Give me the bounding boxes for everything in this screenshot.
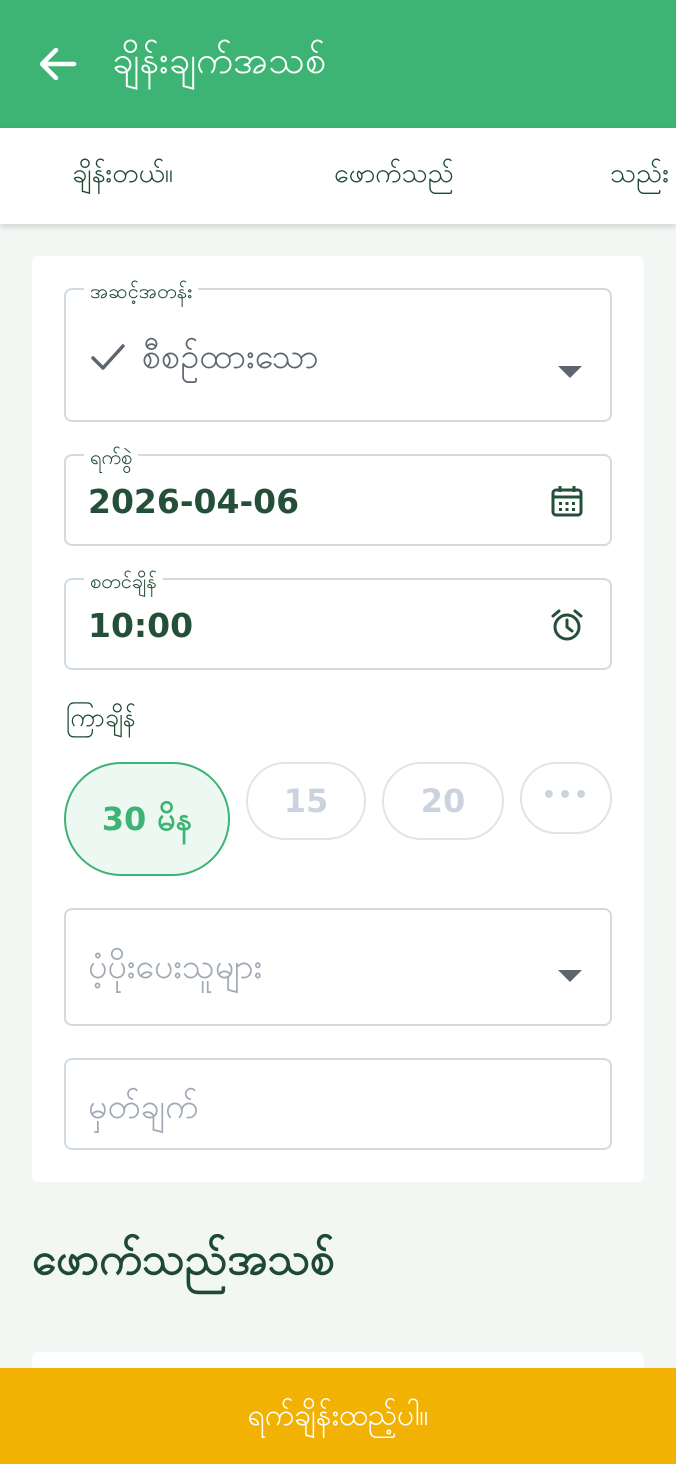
duration-chip-30[interactable]: 30 မိန — [64, 762, 230, 876]
duration-chip-15[interactable]: 15 — [246, 762, 366, 840]
status-value: စီစဉ်ထားသော — [142, 337, 319, 377]
duration-label: ကြာချိန် — [66, 703, 136, 732]
tab-appointment[interactable]: ချိန်းတယ်။ — [72, 156, 173, 196]
note-placeholder: မှတ်ချက် — [88, 1087, 199, 1127]
chevron-down-icon — [558, 366, 582, 378]
app-bar: ချိန်းချက်အသစ် — [0, 0, 676, 128]
chevron-down-icon — [558, 970, 582, 982]
tab-bar: ချိန်းတယ်။ ဖောက်သည် သည်း — [0, 128, 676, 224]
note-input[interactable]: မှတ်ချက် — [64, 1058, 612, 1150]
start-time-field[interactable]: စတင်ချိန် 10:00 — [64, 568, 612, 670]
tab-customer[interactable]: ဖောက်သည် — [334, 156, 454, 196]
page-title: ချိန်းချက်အသစ် — [112, 38, 327, 82]
status-select[interactable]: အဆင့်အတန်း စီစဉ်ထားသော — [64, 278, 612, 422]
providers-placeholder: ပံ့ပိုးပေးသူများ — [88, 947, 263, 987]
appointment-form-card: အဆင့်အတန်း စီစဉ်ထားသော ရက်စွဲ 2026-04-06… — [32, 256, 644, 1182]
date-label: ရက်စွဲ — [84, 444, 139, 474]
start-time-value: 10:00 — [88, 606, 194, 645]
check-icon — [91, 344, 125, 370]
add-appointment-button[interactable]: ရက်ချိန်းထည့်ပါ။ — [0, 1368, 676, 1464]
date-value: 2026-04-06 — [88, 482, 300, 521]
arrow-left-icon[interactable] — [34, 44, 78, 84]
date-field[interactable]: ရက်စွဲ 2026-04-06 — [64, 444, 612, 546]
calendar-icon[interactable] — [550, 484, 584, 518]
more-options-icon[interactable]: ••• — [520, 762, 612, 834]
tab-third[interactable]: သည်း — [610, 156, 669, 196]
start-time-label: စတင်ချိန် — [84, 568, 163, 598]
duration-chip-20[interactable]: 20 — [382, 762, 504, 840]
alarm-clock-icon[interactable] — [550, 608, 584, 642]
status-label: အဆင့်အတန်း — [84, 278, 199, 308]
providers-select[interactable]: ပံ့ပိုးပေးသူများ — [64, 908, 612, 1026]
new-customer-heading: ဖောက်သည်အသစ် — [32, 1234, 335, 1285]
